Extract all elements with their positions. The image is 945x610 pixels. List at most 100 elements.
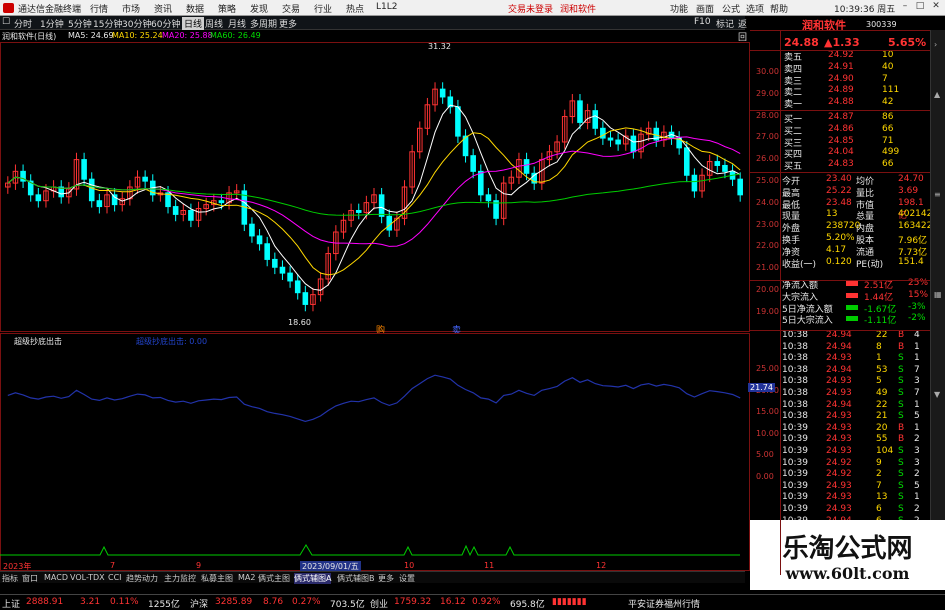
tab-indicator[interactable]: 指标	[2, 573, 18, 584]
sidebar-down-icon[interactable]: ▼	[934, 390, 943, 399]
tick-count: 3	[914, 376, 920, 387]
price-axis-label: 19.00	[756, 306, 779, 316]
menu-help[interactable]: 帮助	[770, 2, 788, 15]
bid-volume: 86	[882, 112, 894, 122]
tick-time: 10:38	[782, 353, 808, 364]
tab-intraday[interactable]: 分时	[14, 17, 32, 30]
tab-monthly[interactable]: 月线	[228, 17, 246, 30]
bid-price[interactable]: 24.85	[828, 136, 854, 146]
ask-price[interactable]: 24.90	[828, 74, 854, 84]
tab-macd[interactable]: MACD	[44, 573, 68, 582]
indicator-chart[interactable]	[0, 333, 750, 571]
menu-discover[interactable]: 发现	[250, 2, 268, 15]
minimize-icon[interactable]: –	[898, 1, 912, 14]
menu-function[interactable]: 功能	[670, 2, 688, 15]
tick-count: 2	[914, 434, 920, 445]
tab-ma2[interactable]: MA2	[238, 573, 255, 582]
sh-label[interactable]: 上证	[2, 597, 20, 610]
mark-button[interactable]: 标记	[716, 17, 734, 30]
menu-news[interactable]: 资讯	[154, 2, 172, 15]
ask-price[interactable]: 24.89	[828, 85, 854, 95]
menu-quotes[interactable]: 行情	[90, 2, 108, 15]
sidebar-up-icon[interactable]: ▲	[934, 90, 943, 99]
sidebar-grid-icon[interactable]: ▦	[934, 290, 943, 299]
tab-60min[interactable]: 60分钟	[151, 17, 180, 30]
sidebar-arrow-icon[interactable]: ›	[934, 40, 943, 49]
tick-time: 10:39	[782, 469, 808, 480]
menu-trade[interactable]: 交易	[282, 2, 300, 15]
bid-price[interactable]: 24.04	[828, 147, 854, 157]
menu-data[interactable]: 数据	[186, 2, 204, 15]
bid-price[interactable]: 24.83	[828, 159, 854, 169]
tick-price: 24.93	[826, 480, 852, 491]
tab-cci[interactable]: CCI	[108, 573, 122, 582]
tab-vol[interactable]: VOL-TDX	[70, 573, 105, 582]
menu-market[interactable]: 市场	[122, 2, 140, 15]
tab-window[interactable]: 窗口	[22, 573, 38, 584]
candlestick-chart[interactable]	[0, 42, 750, 332]
sidebar-list-icon[interactable]: ≡	[934, 190, 943, 199]
menu-l1l2[interactable]: L1L2	[376, 2, 397, 12]
tab-private-main[interactable]: 私募主图	[201, 573, 233, 584]
tab-style-aux-a[interactable]: 俩式辅图A	[294, 573, 332, 584]
tab-15min[interactable]: 15分钟	[93, 17, 122, 30]
stat-label: PE(动)	[856, 259, 884, 270]
tab-multi-period[interactable]: 多周期	[250, 17, 277, 30]
menu-industry[interactable]: 行业	[314, 2, 332, 15]
tab-daily[interactable]: 日线	[182, 17, 205, 30]
menu-strategy[interactable]: 策略	[218, 2, 236, 15]
stock-alert[interactable]: 润和软件	[560, 2, 596, 15]
candle	[577, 100, 583, 123]
sz-pct: 0.27%	[292, 597, 321, 607]
cy-label[interactable]: 创业	[370, 597, 388, 610]
candle	[386, 215, 393, 231]
price-axis-label: 22.00	[756, 241, 779, 251]
candle	[439, 88, 446, 98]
price-axis-label: 28.00	[756, 110, 779, 120]
right-sidebar: › ▲ ≡ ▦ ▼	[930, 30, 945, 575]
menu-options[interactable]: 选项	[746, 2, 764, 15]
tab-style-main[interactable]: 俩式主图	[258, 573, 290, 584]
candle	[249, 223, 255, 237]
tick-time: 10:38	[782, 341, 808, 352]
trade-login-alert[interactable]: 交易未登录	[508, 2, 553, 15]
candle	[218, 200, 225, 204]
f10-button[interactable]: F10	[694, 17, 711, 27]
tab-trend[interactable]: 趋势动力	[126, 573, 158, 584]
tab-weekly[interactable]: 周线	[205, 17, 223, 30]
tab-30min[interactable]: 30分钟	[122, 17, 151, 30]
cy-amount: 695.8亿	[510, 600, 545, 610]
tick-volume: 7	[876, 480, 882, 491]
tick-price: 24.93	[826, 446, 852, 456]
tab-settings[interactable]: 设置	[399, 573, 415, 584]
maximize-icon[interactable]: □	[913, 1, 927, 14]
flow-pct: -3%	[908, 301, 926, 312]
tick-volume: 1	[876, 353, 882, 364]
candle	[592, 110, 599, 129]
tab-main-monitor[interactable]: 主力监控	[164, 573, 196, 584]
tick-price: 24.93	[826, 376, 852, 387]
tab-1min[interactable]: 1分钟	[40, 17, 64, 30]
cy-change: 16.12	[440, 597, 466, 607]
close-icon[interactable]: ✕	[929, 1, 943, 14]
bid-level-label: 买五	[784, 162, 803, 173]
tab-style-aux-b[interactable]: 俩式辅图B	[337, 573, 375, 584]
sz-label[interactable]: 沪深	[190, 597, 208, 610]
ask-price[interactable]: 24.88	[828, 97, 854, 107]
bid-price[interactable]: 24.86	[828, 124, 854, 134]
bid-price[interactable]: 24.87	[828, 112, 854, 122]
menu-formula[interactable]: 公式	[722, 2, 740, 15]
ask-volume: 111	[882, 85, 900, 96]
menu-view[interactable]: 画面	[696, 2, 714, 15]
ask-price[interactable]: 24.91	[828, 62, 854, 72]
tick-side: S	[898, 469, 904, 480]
tick-volume: 21	[876, 411, 888, 422]
ask-price[interactable]: 24.92	[828, 50, 854, 60]
tab-5min[interactable]: 5分钟	[68, 17, 92, 30]
tab-more[interactable]: 更多	[279, 17, 297, 30]
tab-more-ind[interactable]: 更多	[378, 573, 394, 584]
candle	[523, 159, 530, 174]
menu-hot[interactable]: 热点	[346, 2, 364, 15]
layout-icon[interactable]: ☐	[2, 17, 10, 27]
broker-label: 平安证券福州行情	[628, 600, 701, 610]
